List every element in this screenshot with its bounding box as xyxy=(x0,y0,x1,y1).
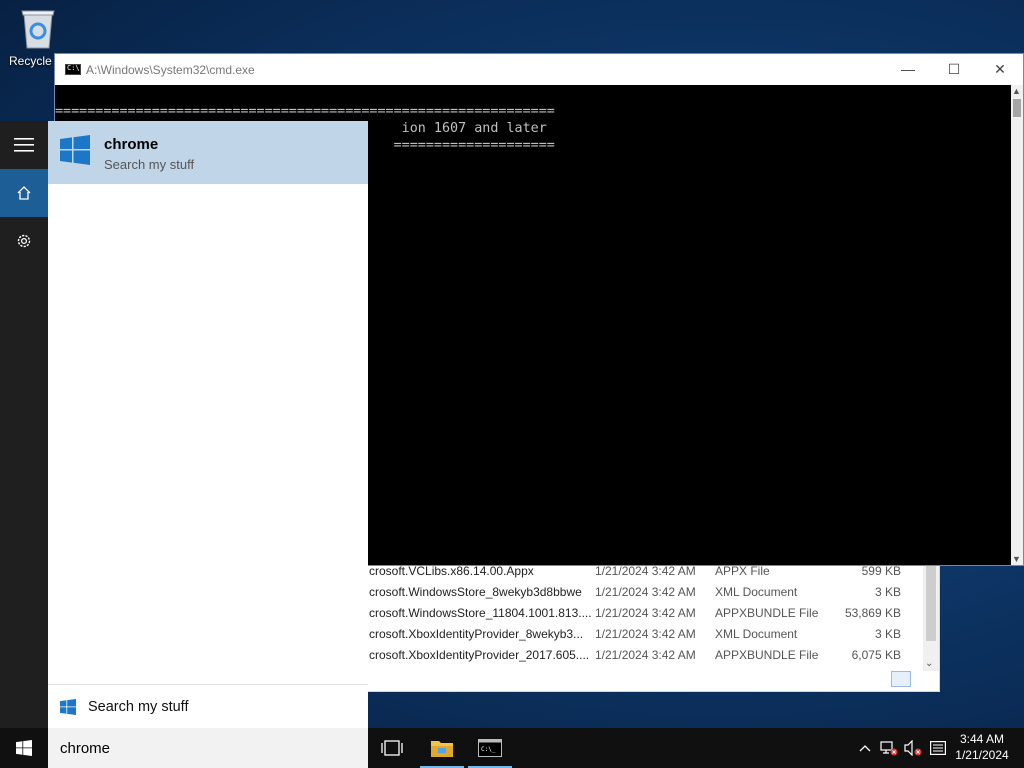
console-line: ========================================… xyxy=(55,104,555,119)
file-row[interactable]: crosoft.XboxIdentityProvider_8wekyb3... 1… xyxy=(301,624,923,645)
search-my-stuff-label: Search my stuff xyxy=(88,699,189,715)
settings-button[interactable] xyxy=(0,217,48,265)
file-row[interactable]: crosoft.WindowsStore_11804.1001.813.... 1… xyxy=(301,603,923,624)
file-type: APPXBUNDLE File xyxy=(715,606,819,620)
file-date: 1/21/2024 3:42 AM xyxy=(595,627,696,641)
clock-date: 1/21/2024 xyxy=(955,748,1009,762)
result-title: chrome xyxy=(104,136,159,153)
scrollbar-thumb[interactable] xyxy=(1013,99,1021,117)
chevron-up-icon xyxy=(859,745,871,752)
taskbar: C:\_ 3:44 AM 1/21/2024 xyxy=(0,728,1024,768)
scroll-down-icon[interactable]: ▼ xyxy=(1012,554,1021,564)
hamburger-icon xyxy=(14,138,34,152)
windows-logo-icon xyxy=(60,699,76,715)
file-date: 1/21/2024 3:42 AM xyxy=(595,564,696,578)
file-row[interactable]: crosoft.WindowsStore_8wekyb3d8bbwe 1/21/2… xyxy=(301,582,923,603)
file-date: 1/21/2024 3:42 AM xyxy=(595,648,696,662)
search-input[interactable] xyxy=(48,728,368,768)
cmd-titlebar[interactable]: A:\Windows\System32\cmd.exe — ☐ ✕ xyxy=(55,54,1023,85)
start-button[interactable] xyxy=(0,728,48,768)
search-results-panel: chrome Search my stuff Search my stuff xyxy=(48,121,368,728)
cmd-icon: C:\_ xyxy=(478,739,502,757)
file-name: crosoft.VCLibs.x86.14.00.Appx xyxy=(369,564,534,578)
file-explorer-icon xyxy=(431,741,453,757)
volume-icon xyxy=(904,740,922,756)
file-type: XML Document xyxy=(715,585,798,599)
windows-logo-icon xyxy=(16,740,32,756)
search-my-stuff-button[interactable]: Search my stuff xyxy=(48,684,368,728)
scrollbar-thumb[interactable] xyxy=(926,563,936,641)
scroll-down-icon[interactable]: ⌄ xyxy=(925,658,933,669)
file-explorer-window: crosoft.VCLibs.x86.14.00.Appx 1/21/2024 3… xyxy=(300,560,940,692)
start-rail xyxy=(0,121,48,728)
file-name: crosoft.XboxIdentityProvider_2017.605...… xyxy=(369,648,590,662)
view-toggle xyxy=(891,671,933,687)
cmd-window-title: A:\Windows\System32\cmd.exe xyxy=(86,63,255,77)
show-hidden-icons-button[interactable] xyxy=(855,728,875,768)
file-size: 3 KB xyxy=(874,627,901,641)
file-type: APPXBUNDLE File xyxy=(715,648,819,662)
recycle-bin-icon xyxy=(21,10,55,49)
taskbar-clock[interactable]: 3:44 AM 1/21/2024 xyxy=(952,731,1012,763)
file-name: crosoft.WindowsStore_8wekyb3d8bbwe xyxy=(369,585,582,599)
file-size: 3 KB xyxy=(874,585,901,599)
top-search-result[interactable]: chrome Search my stuff xyxy=(48,121,368,184)
network-icon xyxy=(880,741,898,756)
task-view-button[interactable] xyxy=(370,728,414,768)
svg-text:C:\_: C:\_ xyxy=(481,746,496,753)
notifications-icon xyxy=(930,741,946,755)
file-row[interactable]: crosoft.XboxIdentityProvider_2017.605...… xyxy=(301,645,923,666)
file-list: crosoft.VCLibs.x86.14.00.Appx 1/21/2024 3… xyxy=(301,561,923,666)
file-list-scrollbar[interactable]: ⌄ xyxy=(923,561,939,671)
network-button[interactable] xyxy=(878,728,900,768)
minimize-button[interactable]: — xyxy=(885,54,931,85)
taskbar-search-box[interactable] xyxy=(48,728,368,768)
file-size: 6,075 KB xyxy=(851,648,901,662)
file-name: crosoft.WindowsStore_11804.1001.813.... xyxy=(369,606,592,620)
cmd-taskbar-button[interactable]: C:\_ xyxy=(468,728,512,768)
windows-logo-icon xyxy=(60,135,90,165)
details-view-icon[interactable] xyxy=(891,671,911,687)
file-size: 53,869 KB xyxy=(844,606,901,620)
file-explorer-taskbar-button[interactable] xyxy=(420,728,464,768)
home-button[interactable] xyxy=(0,169,48,217)
file-type: APPX File xyxy=(715,564,770,578)
maximize-button[interactable]: ☐ xyxy=(931,54,977,85)
file-date: 1/21/2024 3:42 AM xyxy=(595,606,696,620)
file-size: 599 KB xyxy=(861,564,901,578)
result-subtitle: Search my stuff xyxy=(104,157,195,172)
task-view-icon xyxy=(381,740,403,756)
hamburger-menu-button[interactable] xyxy=(0,121,48,169)
action-center-button[interactable] xyxy=(927,728,949,768)
scroll-up-icon[interactable]: ▲ xyxy=(1012,86,1021,96)
volume-button[interactable] xyxy=(902,728,924,768)
file-name: crosoft.XboxIdentityProvider_8wekyb3... xyxy=(369,627,584,641)
cmd-app-icon xyxy=(65,64,81,75)
close-button[interactable]: ✕ xyxy=(977,54,1023,85)
clock-time: 3:44 AM xyxy=(959,732,1005,746)
home-icon xyxy=(17,186,31,200)
gear-icon xyxy=(17,234,31,248)
console-scrollbar[interactable]: ▲ ▼ xyxy=(1011,85,1023,565)
file-type: XML Document xyxy=(715,627,798,641)
large-icons-view-icon[interactable] xyxy=(913,671,933,687)
file-date: 1/21/2024 3:42 AM xyxy=(595,585,696,599)
